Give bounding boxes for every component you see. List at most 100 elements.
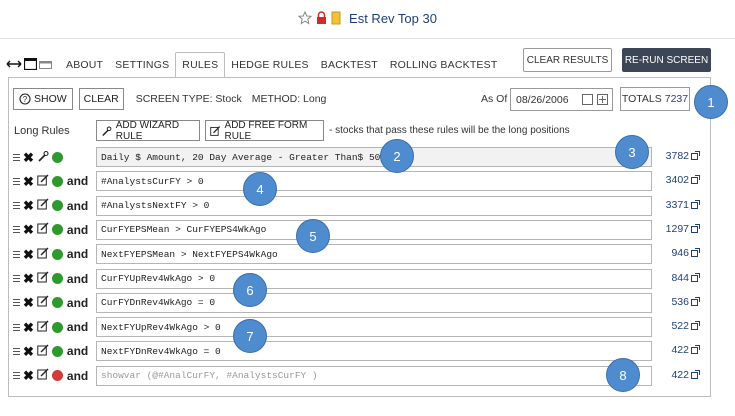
rule-status-dot[interactable] <box>51 151 63 163</box>
external-link-icon[interactable] <box>691 321 700 331</box>
external-link-icon[interactable] <box>691 248 700 258</box>
rule-pass-count[interactable]: 946 <box>659 247 689 259</box>
clear-button[interactable]: CLEAR <box>78 88 124 110</box>
tab-backtest[interactable]: BACKTEST <box>315 53 384 77</box>
totals-box: TOTALS 7237 <box>620 87 690 111</box>
drag-handle-icon[interactable] <box>13 323 20 331</box>
callout-marker: 1 <box>694 85 728 119</box>
delete-rule-icon[interactable]: ✖ <box>23 345 34 358</box>
external-link-icon[interactable] <box>691 199 700 209</box>
tab-rules[interactable]: RULES <box>175 52 226 78</box>
rule-expression-field[interactable]: Daily $ Amount, 20 Day Average - Greater… <box>96 147 652 167</box>
delete-rule-icon[interactable]: ✖ <box>23 223 34 236</box>
rule-pass-count[interactable]: 522 <box>659 320 689 332</box>
rule-pass-count[interactable]: 844 <box>659 272 689 284</box>
totals-value[interactable]: 7237 <box>665 93 688 105</box>
rule-expression-field[interactable]: #AnalystsCurFY > 0 <box>96 171 652 192</box>
delete-rule-icon[interactable]: ✖ <box>23 151 34 164</box>
rule-pass-count[interactable]: 1297 <box>659 223 689 235</box>
drag-handle-icon[interactable] <box>13 250 20 258</box>
rule-pass-count[interactable]: 422 <box>659 344 689 356</box>
rule-controls: ✖ and <box>13 269 88 289</box>
delete-rule-icon[interactable]: ✖ <box>23 369 34 382</box>
drag-handle-icon[interactable] <box>13 177 20 185</box>
drag-handle-icon[interactable] <box>13 153 20 161</box>
drag-handle-icon[interactable] <box>13 299 20 307</box>
external-link-icon[interactable] <box>691 272 700 282</box>
tab-hedge-rules[interactable]: HEDGE RULES <box>225 53 314 77</box>
external-link-icon[interactable] <box>691 175 700 185</box>
rule-expression-field[interactable]: CurFYUpRev4WkAgo > 0 <box>96 268 652 289</box>
rule-pass-count[interactable]: 3782 <box>659 150 689 162</box>
delete-rule-icon[interactable]: ✖ <box>23 175 34 188</box>
rule-expression-field[interactable]: NextFYUpRev4WkAgo > 0 <box>96 317 652 338</box>
edit-rule-icon[interactable] <box>37 271 49 286</box>
show-button[interactable]: ? SHOW <box>13 88 73 110</box>
add-free-form-rule-button[interactable]: ADD FREE FORM RULE <box>205 120 324 142</box>
rule-status-dot[interactable] <box>51 321 63 333</box>
rule-row: ✖ and CurFYUpRev4WkAgo > 0 844 <box>13 268 703 289</box>
delete-rule-icon[interactable]: ✖ <box>23 321 34 334</box>
window-icon[interactable] <box>23 57 38 73</box>
rule-expression-field[interactable]: CurFYEPSMean > CurFYEPS4WkAgo <box>96 219 652 240</box>
clear-results-button[interactable]: CLEAR RESULTS <box>523 48 612 72</box>
minimize-window-icon[interactable] <box>39 58 52 73</box>
add-wizard-rule-button[interactable]: ADD WIZARD RULE <box>96 120 200 142</box>
rule-expression-field[interactable]: NextFYDnRev4WkAgo = 0 <box>96 341 652 362</box>
expand-arrows-icon[interactable] <box>6 58 22 73</box>
drag-handle-icon[interactable] <box>13 372 20 380</box>
edit-rule-icon[interactable] <box>37 344 49 359</box>
and-connector: and <box>66 368 89 383</box>
rule-status-dot[interactable] <box>51 273 63 284</box>
drag-handle-icon[interactable] <box>13 347 20 355</box>
drag-handle-icon[interactable] <box>13 226 20 234</box>
star-icon[interactable] <box>298 11 313 25</box>
drag-handle-icon[interactable] <box>13 202 20 210</box>
external-link-icon[interactable] <box>691 151 700 160</box>
tab-about[interactable]: ABOUT <box>60 53 109 77</box>
rule-pass-count[interactable]: 3402 <box>659 174 689 186</box>
rule-status-dot[interactable] <box>51 297 63 309</box>
rule-pass-count[interactable]: 422 <box>659 369 689 381</box>
delete-rule-icon[interactable]: ✖ <box>23 296 34 309</box>
external-link-icon[interactable] <box>691 345 700 355</box>
delete-rule-icon[interactable]: ✖ <box>23 248 34 261</box>
edit-rule-icon[interactable] <box>37 295 49 310</box>
edit-rule-icon[interactable] <box>37 247 49 262</box>
tab-settings[interactable]: SETTINGS <box>109 53 175 77</box>
rule-status-dot[interactable] <box>51 200 63 212</box>
edit-rule-icon[interactable] <box>37 368 49 383</box>
rule-pass-count[interactable]: 3371 <box>659 199 689 211</box>
rule-expression-field[interactable]: CurFYDnRev4WkAgo = 0 <box>96 292 652 313</box>
delete-rule-icon[interactable]: ✖ <box>23 199 34 212</box>
rule-status-dot[interactable] <box>51 224 63 236</box>
rule-status-dot[interactable] <box>51 248 63 260</box>
delete-rule-icon[interactable]: ✖ <box>23 272 34 285</box>
rule-pass-count[interactable]: 536 <box>659 296 689 308</box>
rule-status-dot[interactable] <box>51 370 63 382</box>
edit-rule-icon[interactable] <box>37 174 49 189</box>
rule-expression-field[interactable]: showvar (@#AnalCurFY, #AnalystsCurFY ) <box>96 365 652 386</box>
calendar-icon[interactable] <box>582 94 593 105</box>
show-label: SHOW <box>34 93 67 105</box>
edit-rule-icon[interactable] <box>37 222 49 237</box>
rule-status-dot[interactable] <box>51 175 63 187</box>
drag-handle-icon[interactable] <box>13 275 20 282</box>
wand-icon[interactable] <box>37 150 49 165</box>
rule-row: ✖ and NextFYDnRev4WkAgo = 0 422 <box>13 341 703 362</box>
rule-expression-field[interactable]: #AnalystsNextFY > 0 <box>96 195 652 216</box>
rerun-screen-button[interactable]: RE-RUN SCREEN <box>622 48 711 72</box>
date-picker-icon[interactable] <box>597 94 608 105</box>
external-link-icon[interactable] <box>691 369 700 379</box>
tab-rolling-backtest[interactable]: ROLLING BACKTEST <box>384 53 504 77</box>
external-link-icon[interactable] <box>691 223 700 233</box>
rule-expression-field[interactable]: NextFYEPSMean > NextFYEPS4WkAgo <box>96 244 652 265</box>
and-connector: and <box>66 247 89 262</box>
and-connector: and <box>66 295 89 310</box>
external-link-icon[interactable] <box>691 296 700 306</box>
rule-controls: ✖ and <box>13 244 88 264</box>
rule-status-dot[interactable] <box>51 345 63 357</box>
as-of-date-field[interactable]: 08/26/2006 <box>510 88 613 111</box>
edit-rule-icon[interactable] <box>37 320 49 335</box>
edit-rule-icon[interactable] <box>37 198 49 213</box>
